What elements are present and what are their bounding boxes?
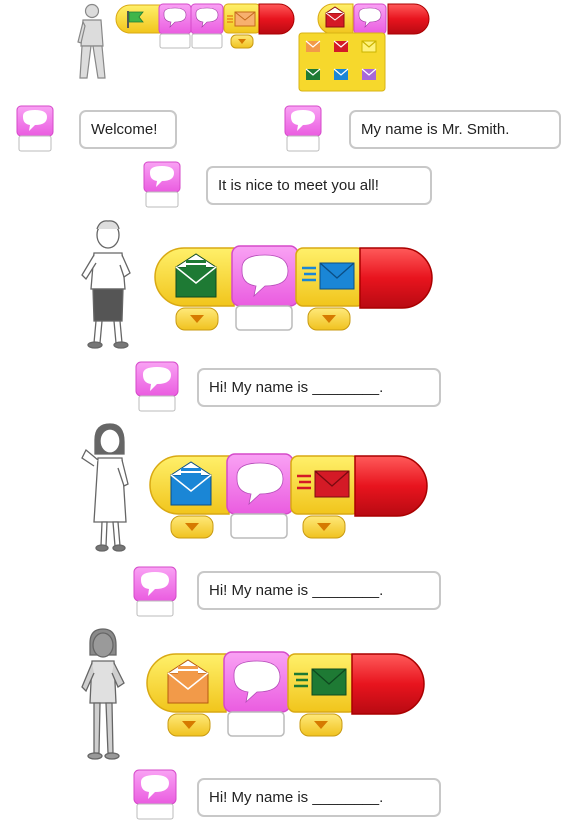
header-program: [0, 0, 563, 95]
say-block[interactable]: [225, 452, 295, 540]
say-icon: [16, 105, 54, 152]
speech-my-name: My name is Mr. Smith.: [349, 110, 561, 149]
say-icon: [133, 769, 177, 820]
send-message-block[interactable]: [223, 3, 261, 50]
say-block[interactable]: [222, 650, 292, 738]
student-1-program: [154, 244, 436, 336]
end-block: [351, 653, 425, 715]
speech-student-2: Hi! My name is ________.: [197, 571, 441, 610]
teacher-figure: [77, 3, 106, 79]
speech-student-3: Hi! My name is ________.: [197, 778, 441, 817]
speech-nice-to-meet: It is nice to meet you all!: [206, 166, 432, 205]
say-icon: [135, 361, 179, 412]
say-block[interactable]: [157, 3, 193, 50]
send-message-block[interactable]: [289, 452, 361, 540]
say-block[interactable]: [189, 3, 225, 50]
receive-message-block[interactable]: [149, 452, 233, 540]
girl-figure: [81, 628, 125, 760]
say-icon: [143, 161, 181, 208]
speech-welcome: Welcome!: [79, 110, 177, 149]
speech-student-1: Hi! My name is ________.: [197, 368, 441, 407]
end-block: [387, 3, 430, 35]
receive-message-block[interactable]: [154, 244, 238, 332]
girl-figure: [81, 423, 129, 552]
student-3-program: [146, 650, 432, 742]
send-message-block[interactable]: [286, 650, 358, 738]
end-block: [359, 247, 433, 309]
say-icon: [133, 566, 177, 617]
student-2-program: [149, 452, 433, 544]
send-message-block[interactable]: [294, 244, 366, 332]
receive-message-block[interactable]: [146, 650, 230, 738]
message-color-picker[interactable]: [298, 32, 386, 92]
boy-figure: [81, 220, 131, 349]
flag-start-block[interactable]: [115, 4, 163, 34]
say-icon: [284, 105, 322, 152]
say-block[interactable]: [230, 244, 300, 332]
end-block: [258, 3, 295, 35]
end-block: [354, 455, 428, 517]
